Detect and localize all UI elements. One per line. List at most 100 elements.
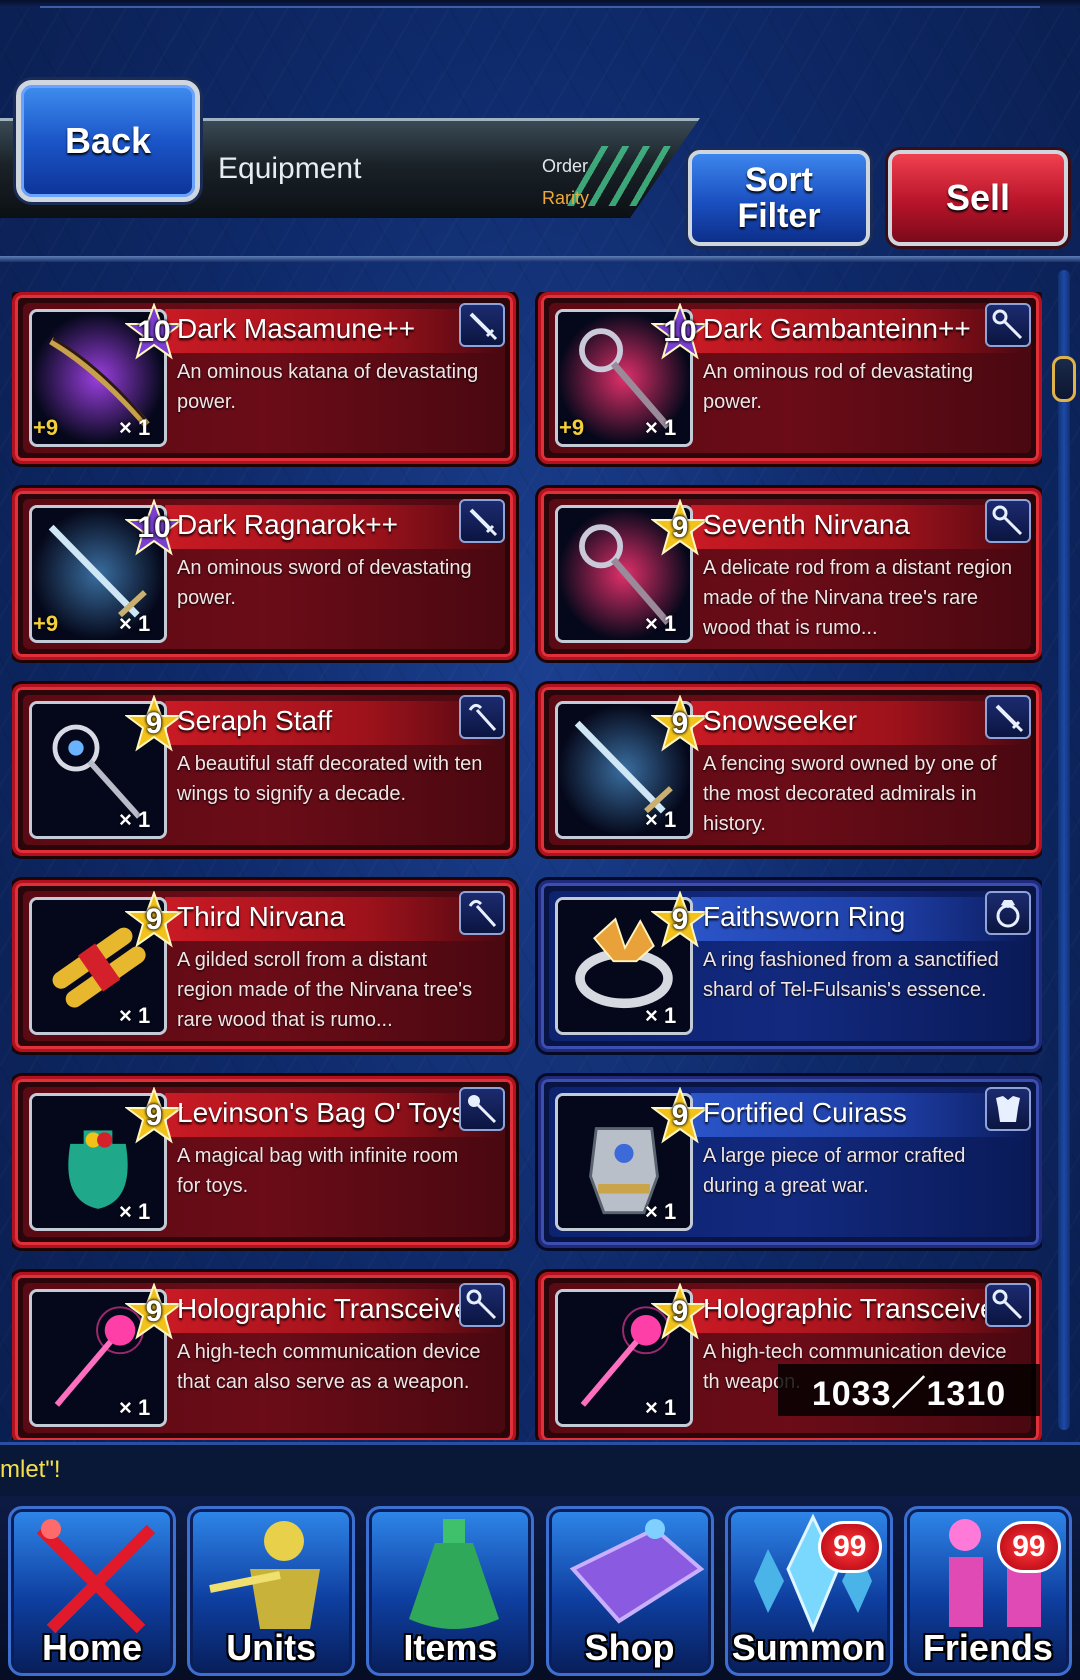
item-count: × 1 bbox=[119, 611, 151, 636]
armor-icon bbox=[985, 1087, 1031, 1131]
enhancement-level: +9 bbox=[33, 415, 59, 440]
item-name: Dark Ragnarok++ bbox=[177, 509, 399, 540]
order-label[interactable]: Order bbox=[542, 156, 588, 177]
sort-filter-button[interactable]: Sort Filter bbox=[688, 150, 870, 246]
rarity-star-icon: 9 bbox=[125, 1283, 183, 1341]
rarity-value: 10 bbox=[663, 315, 697, 348]
filter-label: Filter bbox=[737, 197, 821, 235]
item-count: × 1 bbox=[119, 807, 151, 832]
rarity-star-icon: 10 bbox=[125, 499, 183, 557]
page-title: Equipment bbox=[218, 152, 362, 185]
notification-badge: 99 bbox=[996, 1521, 1061, 1573]
nav-label: Summon bbox=[731, 1627, 886, 1668]
equipment-card[interactable]: 9 × 1 Fortified Cuirass A large piece of… bbox=[538, 1076, 1042, 1248]
rarity-value: 9 bbox=[671, 1295, 689, 1328]
item-name: Fortified Cuirass bbox=[703, 1097, 907, 1128]
item-name: Snowseeker bbox=[703, 705, 858, 736]
nav-home[interactable]: Home bbox=[8, 1506, 176, 1676]
nav-items[interactable]: Items bbox=[366, 1506, 535, 1676]
scrollbar-track[interactable] bbox=[1058, 270, 1070, 1430]
item-name: Holographic Transceiver bbox=[703, 1293, 1005, 1324]
item-description: A ring fashioned from a sanctified shard… bbox=[703, 949, 999, 1001]
item-count: × 1 bbox=[119, 1199, 151, 1224]
rarity-star-icon: 9 bbox=[651, 695, 709, 753]
equipment-card[interactable]: 9 × 1 Third Nirvana A gilded scroll from… bbox=[12, 880, 516, 1052]
rarity-value: 10 bbox=[137, 315, 171, 348]
nav-friends[interactable]: 99 Friends bbox=[903, 1506, 1072, 1676]
sell-button[interactable]: Sell bbox=[888, 150, 1068, 246]
sword-icon bbox=[459, 303, 505, 347]
equipment-grid: 10 +9 × 1 Dark Masamune++ An ominous kat… bbox=[12, 292, 1042, 1440]
sort-label: Sort bbox=[745, 161, 813, 199]
item-count: × 1 bbox=[645, 1003, 677, 1028]
nav-label: Items bbox=[403, 1627, 498, 1668]
back-button[interactable]: Back bbox=[16, 80, 200, 202]
equipment-card[interactable]: 9 × 1 Seraph Staff A beautiful staff dec… bbox=[12, 684, 516, 856]
equipment-card[interactable]: 10 +9 × 1 Dark Ragnarok++ An ominous swo… bbox=[12, 488, 516, 660]
rod-icon bbox=[459, 1283, 505, 1327]
item-name: Seventh Nirvana bbox=[703, 509, 911, 540]
equipment-card[interactable]: 10 +9 × 1 Dark Masamune++ An ominous kat… bbox=[12, 292, 516, 464]
scrollbar-thumb[interactable] bbox=[1052, 356, 1076, 402]
rarity-value: 10 bbox=[137, 511, 171, 544]
rarity-value: 9 bbox=[145, 903, 163, 936]
rod-icon bbox=[985, 499, 1031, 543]
enhancement-level: +9 bbox=[559, 415, 585, 440]
staff-icon bbox=[459, 891, 505, 935]
item-count: × 1 bbox=[119, 415, 151, 440]
rarity-value: 9 bbox=[671, 511, 689, 544]
item-name: Dark Gambanteinn++ bbox=[703, 313, 971, 344]
item-count: × 1 bbox=[645, 611, 677, 636]
item-count: × 1 bbox=[645, 415, 677, 440]
equipment-card[interactable]: 9 × 1 Seventh Nirvana A delicate rod fro… bbox=[538, 488, 1042, 660]
rarity-value: 9 bbox=[671, 903, 689, 936]
equipment-card[interactable]: 9 × 1 Faithsworn Ring A ring fashioned f… bbox=[538, 880, 1042, 1052]
rod-icon bbox=[985, 303, 1031, 347]
equipment-card[interactable]: 9 × 1 Levinson's Bag O' Toys A magical b… bbox=[12, 1076, 516, 1248]
mace-icon bbox=[459, 1087, 505, 1131]
rarity-value: 9 bbox=[145, 1295, 163, 1328]
item-name: Levinson's Bag O' Toys bbox=[177, 1097, 466, 1128]
item-description: An ominous sword of devastating power. bbox=[177, 557, 472, 609]
item-description: An ominous katana of devastating power. bbox=[177, 361, 479, 413]
header-divider bbox=[0, 256, 1080, 262]
rarity-star-icon: 9 bbox=[125, 695, 183, 753]
rarity-value: 9 bbox=[145, 1099, 163, 1132]
nav-units[interactable]: Units bbox=[187, 1506, 356, 1676]
rarity-value: 9 bbox=[671, 707, 689, 740]
rarity-star-icon: 9 bbox=[651, 1283, 709, 1341]
equipment-card[interactable]: 9 × 1 Holographic Transceiver A high-tec… bbox=[12, 1272, 516, 1440]
rarity-value: 9 bbox=[145, 707, 163, 740]
rarity-star-icon: 10 bbox=[651, 303, 709, 361]
staff-icon bbox=[459, 695, 505, 739]
item-description: A large piece of armor crafted during a … bbox=[703, 1145, 966, 1197]
rarity-star-icon: 9 bbox=[651, 891, 709, 949]
nav-label: Units bbox=[226, 1627, 317, 1668]
enhancement-level: +9 bbox=[33, 611, 59, 636]
item-description: A beautiful staff decorated with ten win… bbox=[177, 753, 483, 805]
nav-shop[interactable]: Shop bbox=[545, 1506, 714, 1676]
header: Back Equipment Order Rarity Sort Filter … bbox=[0, 80, 1080, 250]
bottom-nav: Home Units Items Shop 99 Summon 99 Frien… bbox=[0, 1496, 1080, 1680]
item-description: A high-tech communication device that ca… bbox=[177, 1341, 481, 1393]
item-count: × 1 bbox=[645, 1395, 677, 1420]
rarity-star-icon: 10 bbox=[125, 303, 183, 361]
item-description: An ominous rod of devastating power. bbox=[703, 361, 974, 413]
item-description: A delicate rod from a distant region mad… bbox=[703, 557, 1013, 639]
item-name: Third Nirvana bbox=[177, 901, 346, 932]
rarity-star-icon: 9 bbox=[125, 891, 183, 949]
top-rule bbox=[0, 0, 1080, 8]
equipment-card[interactable]: 10 +9 × 1 Dark Gambanteinn++ An ominous … bbox=[538, 292, 1042, 464]
rarity-star-icon: 9 bbox=[125, 1087, 183, 1145]
item-name: Faithsworn Ring bbox=[703, 901, 906, 932]
nav-summon[interactable]: 99 Summon bbox=[724, 1506, 893, 1676]
sword-icon bbox=[459, 499, 505, 543]
order-value[interactable]: Rarity bbox=[542, 188, 589, 209]
inventory-counter: 1033／1310 bbox=[778, 1364, 1040, 1416]
rod-icon bbox=[985, 1283, 1031, 1327]
item-name: Seraph Staff bbox=[177, 705, 333, 736]
rarity-value: 9 bbox=[671, 1099, 689, 1132]
sword-icon bbox=[985, 695, 1031, 739]
item-count: × 1 bbox=[119, 1395, 151, 1420]
equipment-card[interactable]: 9 × 1 Snowseeker A fencing sword owned b… bbox=[538, 684, 1042, 856]
